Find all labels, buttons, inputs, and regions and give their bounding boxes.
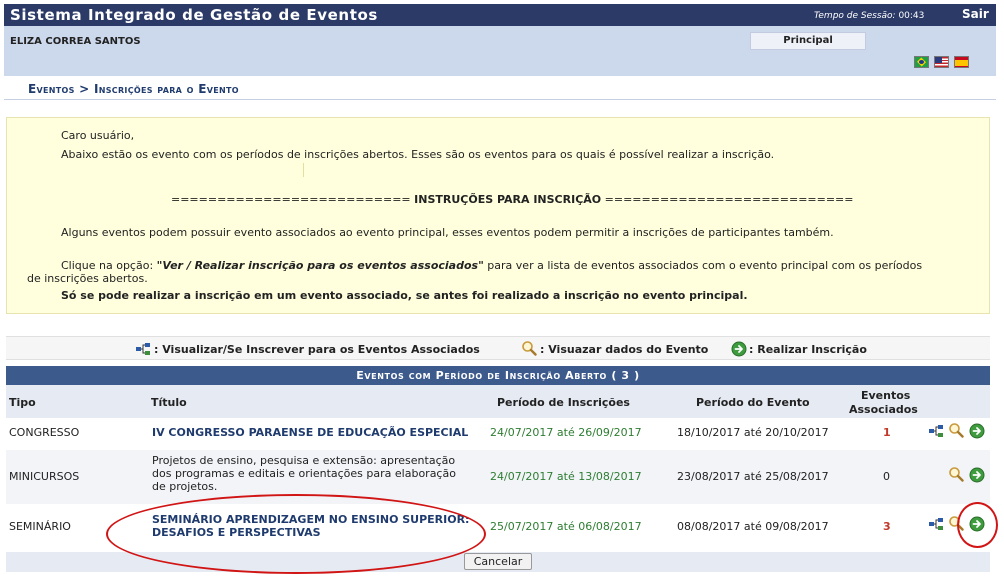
brazil-flag-icon[interactable] bbox=[914, 56, 929, 68]
rule-text: Só se pode realizar a inscrição em um ev… bbox=[61, 289, 748, 302]
magnifier-icon[interactable] bbox=[948, 422, 964, 438]
option-name: "Ver / Realizar inscrição para os evento… bbox=[156, 259, 484, 272]
title-line: DESAFIOS E PERSPECTIVAS bbox=[152, 526, 321, 539]
heading-right-rule: =========================== bbox=[604, 193, 854, 206]
icon-legend: : Visualizar/Se Inscrever para os Evento… bbox=[6, 336, 990, 360]
magnifier-icon bbox=[521, 340, 537, 356]
table-footer: Cancelar bbox=[6, 552, 990, 572]
option-text-continued: de inscrições abertos. bbox=[27, 272, 148, 285]
header-tipo: Tipo bbox=[9, 396, 36, 409]
session-timer: Tempo de Sessão: 00:43 bbox=[814, 11, 924, 21]
event-title-link[interactable]: IV CONGRESSO PARAENSE DE EDUCAÇÃO ESPECI… bbox=[152, 426, 468, 439]
app-title: Sistema Integrado de Gestão de Eventos bbox=[10, 6, 378, 24]
row-associados-count: 1 bbox=[883, 426, 891, 439]
associated-note-text: Alguns eventos podem possuir evento asso… bbox=[61, 226, 834, 239]
row-periodo-evento: 08/08/2017 até 09/08/2017 bbox=[677, 520, 829, 533]
usa-flag-icon[interactable] bbox=[934, 56, 949, 68]
magnifier-icon[interactable] bbox=[948, 515, 964, 531]
green-arrow-icon[interactable] bbox=[969, 423, 985, 439]
session-label: Tempo de Sessão: bbox=[814, 11, 896, 21]
user-bar: ELIZA CORREA SANTOS Principal bbox=[4, 26, 996, 76]
magnifier-icon[interactable] bbox=[948, 466, 964, 482]
green-arrow-icon bbox=[731, 341, 747, 357]
header-eventos: Eventos bbox=[861, 389, 911, 402]
header-periodo-inscricoes: Período de Inscrições bbox=[497, 396, 630, 409]
table-row: CONGRESSO IV CONGRESSO PARAENSE DE EDUCA… bbox=[6, 418, 990, 450]
greeting-text: Caro usuário, bbox=[61, 129, 135, 142]
spain-flag-icon[interactable] bbox=[954, 56, 969, 68]
option-suffix: para ver a lista de eventos associados c… bbox=[483, 259, 923, 272]
associated-events-icon[interactable] bbox=[928, 423, 944, 439]
row-tipo: CONGRESSO bbox=[9, 426, 80, 439]
header-titulo: Título bbox=[151, 396, 187, 409]
heading-text: INSTRUÇÕES PARA INSCRIÇÃO bbox=[414, 193, 602, 206]
heading-left-rule: ========================== bbox=[171, 193, 411, 206]
row-periodo-evento: 18/10/2017 até 20/10/2017 bbox=[677, 426, 829, 439]
divider bbox=[303, 163, 304, 177]
row-associados-count: 3 bbox=[883, 520, 891, 533]
table-caption: Eventos com Período de Inscrição Aberto … bbox=[6, 366, 990, 385]
breadcrumb: Eventos > Inscrições para o Evento bbox=[4, 76, 996, 100]
title-line: de projetos. bbox=[152, 480, 218, 493]
title-line: SEMINÁRIO APRENDIZAGEM NO ENSINO SUPERIO… bbox=[152, 513, 470, 526]
instructions-box: Caro usuário, Abaixo estão os evento com… bbox=[6, 117, 990, 314]
legend-register-text: : Realizar Inscrição bbox=[749, 343, 867, 356]
intro-text: Abaixo estão os evento com os períodos d… bbox=[61, 148, 775, 161]
option-text: Clique na opção: "Ver / Realizar inscriç… bbox=[61, 259, 922, 272]
row-tipo: SEMINÁRIO bbox=[9, 520, 71, 533]
table-row: MINICURSOS Projetos de ensino, pesquisa … bbox=[6, 450, 990, 504]
title-line: dos programas e editais e orientações pa… bbox=[152, 467, 456, 480]
principal-button[interactable]: Principal bbox=[750, 32, 866, 50]
green-arrow-icon[interactable] bbox=[969, 467, 985, 483]
table-header: Tipo Título Período de Inscrições Períod… bbox=[6, 385, 990, 418]
instructions-heading: ========================== INSTRUÇÕES PA… bbox=[171, 193, 854, 206]
row-periodo-inscricoes: 25/07/2017 até 06/08/2017 bbox=[490, 520, 642, 533]
header-associados: Associados bbox=[849, 403, 918, 416]
title-line: Projetos de ensino, pesquisa e extensão:… bbox=[152, 454, 456, 467]
associated-events-icon bbox=[135, 341, 151, 357]
header-periodo-evento: Período do Evento bbox=[696, 396, 810, 409]
table-row: SEMINÁRIO SEMINÁRIO APRENDIZAGEM NO ENSI… bbox=[6, 504, 990, 552]
green-arrow-icon[interactable] bbox=[969, 516, 985, 532]
event-title-link[interactable]: SEMINÁRIO APRENDIZAGEM NO ENSINO SUPERIO… bbox=[152, 513, 469, 539]
row-periodo-inscricoes: 24/07/2017 até 13/08/2017 bbox=[490, 470, 642, 483]
user-name: ELIZA CORREA SANTOS bbox=[10, 36, 141, 47]
top-header: Sistema Integrado de Gestão de Eventos T… bbox=[4, 4, 996, 26]
cancel-button[interactable]: Cancelar bbox=[464, 553, 532, 570]
legend-associated-text: : Visualizar/Se Inscrever para os Evento… bbox=[154, 343, 480, 356]
legend-view-text: : Visuazar dados do Evento bbox=[540, 343, 709, 356]
row-periodo-evento: 23/08/2017 até 25/08/2017 bbox=[677, 470, 829, 483]
session-time: 00:43 bbox=[898, 11, 925, 21]
associated-events-icon[interactable] bbox=[928, 516, 944, 532]
event-title-text: Projetos de ensino, pesquisa e extensão:… bbox=[152, 454, 456, 493]
row-associados-count: 0 bbox=[883, 470, 890, 483]
option-prefix: Clique na opção: bbox=[61, 259, 157, 272]
row-tipo: MINICURSOS bbox=[9, 470, 80, 483]
logout-link[interactable]: Sair bbox=[962, 7, 989, 21]
row-periodo-inscricoes: 24/07/2017 até 26/09/2017 bbox=[490, 426, 642, 439]
breadcrumb-text: Eventos > Inscrições para o Evento bbox=[28, 82, 239, 96]
